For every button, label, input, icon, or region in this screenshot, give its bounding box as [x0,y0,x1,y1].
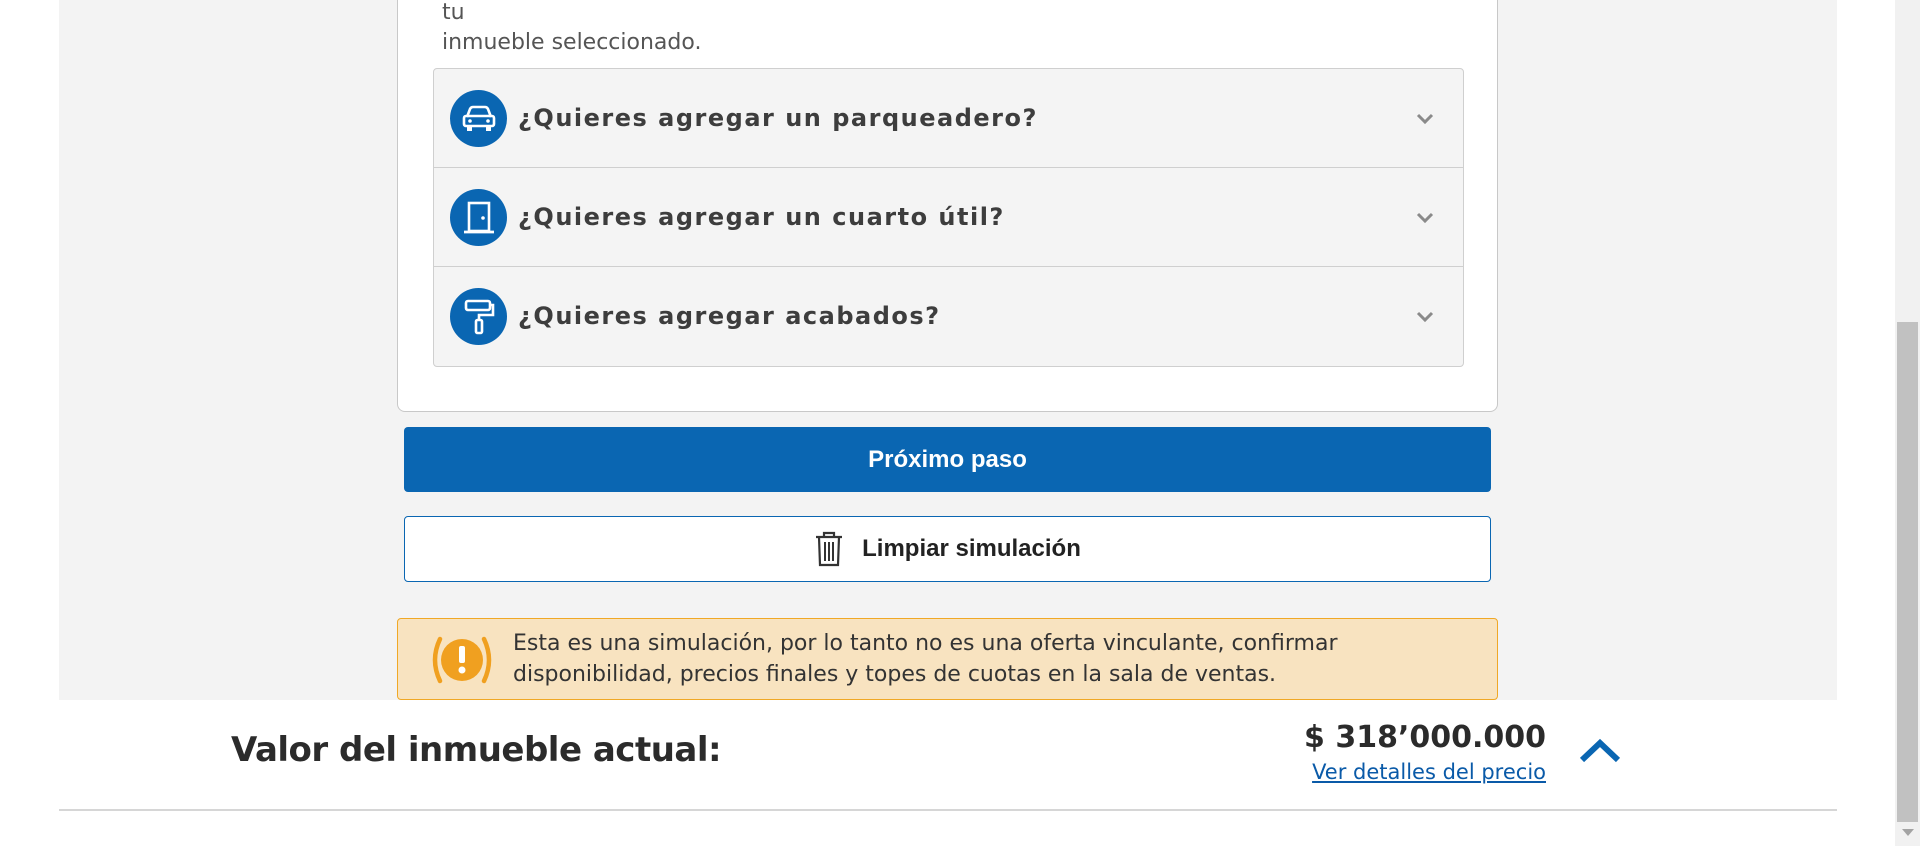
accordion-label-cuarto-util: ¿Quieres agregar un cuarto útil? [518,203,1005,231]
current-price: $ 318’000.000 [1304,720,1546,755]
clear-simulation-label: Limpiar simulación [862,535,1081,562]
price-details-link[interactable]: Ver detalles del precio [1312,760,1546,784]
chevron-down-icon [1416,311,1434,323]
disclaimer-line1: Esta es una simulación, por lo tanto no … [513,631,1338,656]
chevron-down-icon [1416,113,1434,125]
chevron-up-icon[interactable] [1578,736,1622,766]
car-icon [450,90,507,147]
scrollbar-thumb[interactable] [1897,322,1918,822]
current-value-label: Valor del inmueble actual: [231,730,722,770]
disclaimer-line2: disponibilidad, precios finales y topes … [513,662,1277,687]
price-footer: Valor del inmueble actual: $ 318’000.000… [59,700,1837,811]
warning-icon [432,636,492,684]
vertical-scrollbar[interactable] [1895,0,1920,846]
paint-roller-icon [450,288,507,345]
door-icon [450,189,507,246]
disclaimer-text: Esta es una simulación, por lo tanto no … [513,628,1473,690]
additions-note: Recuerda que al agregar parqueadero, cua… [442,0,1442,58]
accordion-label-acabados: ¿Quieres agregar acabados? [518,302,941,330]
scroll-down-arrow-icon[interactable] [1902,829,1914,836]
accordion-label-parqueadero: ¿Quieres agregar un parqueadero? [518,104,1038,132]
chevron-down-icon [1416,212,1434,224]
additions-card: Recuerda que al agregar parqueadero, cua… [397,0,1498,412]
accordion-item-cuarto-util[interactable]: ¿Quieres agregar un cuarto útil? [434,168,1463,267]
additions-accordion: ¿Quieres agregar un parqueadero? ¿Quiere… [433,68,1464,367]
accordion-item-acabados[interactable]: ¿Quieres agregar acabados? [434,267,1463,366]
accordion-item-parqueadero[interactable]: ¿Quieres agregar un parqueadero? [434,69,1463,168]
next-step-button[interactable]: Próximo paso [404,427,1491,492]
trash-icon [816,531,843,567]
additions-note-line2: inmueble seleccionado. [442,30,702,55]
additions-note-line1: Recuerda que al agregar parqueadero, cua… [442,0,465,25]
disclaimer-alert: Esta es una simulación, por lo tanto no … [397,618,1498,700]
clear-simulation-button[interactable]: Limpiar simulación [404,516,1491,582]
